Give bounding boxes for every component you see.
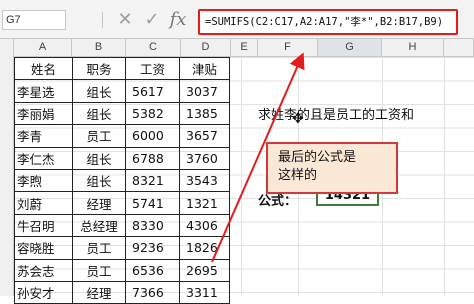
data-table: 姓名 职务 工资 津贴 李星选 组长 5617 3037 李丽娟 组长 5382…: [14, 56, 230, 304]
cell[interactable]: 牛召明: [14, 213, 73, 238]
table-row: 孙安才 经理 7366 3311: [14, 280, 230, 304]
cancel-icon[interactable]: ✕: [115, 10, 135, 30]
cell[interactable]: 5741: [125, 191, 180, 215]
cell[interactable]: 员工: [72, 258, 126, 282]
header-cell-salary[interactable]: 工资: [125, 56, 180, 81]
cell[interactable]: 6000: [125, 124, 180, 148]
row-header-strip: [0, 39, 14, 296]
cell[interactable]: 组长: [72, 101, 126, 126]
cell[interactable]: 1385: [179, 101, 230, 126]
cell[interactable]: 5617: [125, 79, 180, 103]
cell[interactable]: 李星选: [14, 79, 73, 103]
cell[interactable]: 员工: [72, 236, 126, 260]
cell[interactable]: 3037: [179, 79, 230, 103]
formula-input[interactable]: =SUMIFS(C2:C17,A2:A17,"李*",B2:B17,B9): [198, 9, 458, 35]
cell[interactable]: 组长: [72, 79, 126, 103]
cell[interactable]: 6788: [125, 146, 180, 170]
cell[interactable]: 李丽娟: [14, 101, 73, 126]
cell[interactable]: 1321: [179, 191, 230, 215]
column-header-b[interactable]: B: [72, 39, 126, 57]
cell[interactable]: 李煦: [14, 168, 73, 193]
cell[interactable]: 1826: [179, 236, 230, 260]
cell[interactable]: 组长: [72, 146, 126, 170]
cell[interactable]: 苏会志: [14, 258, 73, 282]
formula-bar: G7 ✕ ✓ fx =SUMIFS(C2:C17,A2:A17,"李*",B2:…: [0, 0, 474, 39]
table-row: 李仁杰 组长 6788 3760: [14, 146, 230, 170]
column-header-g[interactable]: G: [318, 39, 382, 57]
cell[interactable]: 9236: [125, 236, 180, 260]
cell[interactable]: 员工: [72, 124, 126, 148]
note-text: 求姓李的且是员工的工资和: [258, 108, 415, 123]
cell[interactable]: 3311: [179, 280, 230, 304]
table-header-row: 姓名 职务 工资 津贴: [14, 56, 230, 81]
table-row: 李青 员工 6000 3657: [14, 124, 230, 148]
cell[interactable]: 3760: [179, 146, 230, 170]
cell[interactable]: 组长: [72, 168, 126, 193]
table-row: 容晓胜 员工 9236 1826: [14, 236, 230, 260]
cell[interactable]: 李仁杰: [14, 146, 73, 170]
table-row: 苏会志 员工 6536 2695: [14, 258, 230, 282]
table-row: 李丽娟 组长 5382 1385: [14, 101, 230, 126]
header-cell-name[interactable]: 姓名: [14, 56, 73, 81]
cell[interactable]: 8330: [125, 213, 180, 238]
column-header-d[interactable]: D: [181, 39, 231, 57]
cell[interactable]: 总经理: [72, 213, 126, 238]
column-header-e[interactable]: E: [231, 39, 258, 57]
table-row: 李煦 组长 8321 3543: [14, 168, 230, 193]
table-row: 牛召明 总经理 8330 4306: [14, 213, 230, 238]
cell[interactable]: 2695: [179, 258, 230, 282]
column-header-h[interactable]: H: [382, 39, 444, 57]
cell[interactable]: 5382: [125, 101, 180, 126]
cell[interactable]: 8321: [125, 168, 180, 193]
name-box[interactable]: G7: [2, 10, 66, 30]
cell[interactable]: 6536: [125, 258, 180, 282]
callout-line-2: 这样的: [278, 168, 318, 183]
insert-function-icon[interactable]: fx: [168, 10, 188, 30]
move-cursor-icon: ✥: [292, 111, 304, 127]
cell[interactable]: 经理: [72, 191, 126, 215]
column-header-f[interactable]: F: [258, 39, 318, 57]
table-row: 刘蔚 经理 5741 1321: [14, 191, 230, 215]
cell[interactable]: 7366: [125, 280, 180, 304]
callout-line-1: 最后的公式是: [278, 150, 357, 165]
cell[interactable]: 4306: [179, 213, 230, 238]
header-cell-allowance[interactable]: 津贴: [179, 56, 230, 81]
cell[interactable]: 李青: [14, 124, 73, 148]
callout-box: 最后的公式是 这样的: [266, 142, 398, 194]
cell[interactable]: 经理: [72, 280, 126, 304]
cell[interactable]: 孙安才: [14, 280, 73, 304]
table-row: 李星选 组长 5617 3037: [14, 79, 230, 103]
divider: [102, 12, 103, 28]
column-header-a[interactable]: A: [14, 39, 72, 57]
cell[interactable]: 刘蔚: [14, 191, 73, 215]
column-header-next[interactable]: [444, 39, 474, 57]
column-header-c[interactable]: C: [126, 39, 181, 57]
cell[interactable]: 3543: [179, 168, 230, 193]
enter-icon[interactable]: ✓: [142, 10, 162, 30]
cell[interactable]: 3657: [179, 124, 230, 148]
header-cell-title[interactable]: 职务: [72, 56, 126, 81]
cell[interactable]: 容晓胜: [14, 236, 73, 260]
